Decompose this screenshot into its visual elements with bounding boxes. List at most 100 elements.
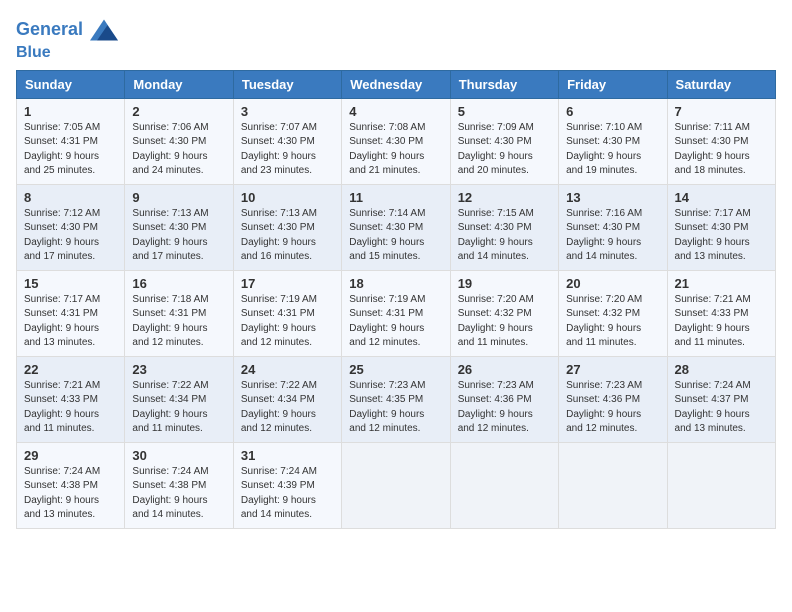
- day-number: 14: [675, 190, 768, 205]
- day-number: 17: [241, 276, 334, 291]
- day-number: 23: [132, 362, 225, 377]
- day-number: 2: [132, 104, 225, 119]
- day-number: 19: [458, 276, 551, 291]
- day-number: 20: [566, 276, 659, 291]
- day-number: 24: [241, 362, 334, 377]
- day-info: Sunrise: 7:23 AM Sunset: 4:36 PM Dayligh…: [566, 379, 659, 437]
- day-info: Sunrise: 7:13 AM Sunset: 4:30 PM Dayligh…: [132, 207, 225, 265]
- day-info: Sunrise: 7:17 AM Sunset: 4:31 PM Dayligh…: [24, 293, 117, 351]
- day-number: 21: [675, 276, 768, 291]
- day-number: 28: [675, 362, 768, 377]
- table-row: [667, 442, 775, 528]
- day-info: Sunrise: 7:17 AM Sunset: 4:30 PM Dayligh…: [675, 207, 768, 265]
- day-info: Sunrise: 7:24 AM Sunset: 4:37 PM Dayligh…: [675, 379, 768, 437]
- table-row: 11 Sunrise: 7:14 AM Sunset: 4:30 PM Dayl…: [342, 184, 450, 270]
- day-number: 18: [349, 276, 442, 291]
- day-header-friday: Friday: [559, 70, 667, 98]
- day-number: 9: [132, 190, 225, 205]
- table-row: 29 Sunrise: 7:24 AM Sunset: 4:38 PM Dayl…: [17, 442, 125, 528]
- day-info: Sunrise: 7:06 AM Sunset: 4:30 PM Dayligh…: [132, 121, 225, 179]
- day-number: 8: [24, 190, 117, 205]
- table-row: [342, 442, 450, 528]
- day-info: Sunrise: 7:13 AM Sunset: 4:30 PM Dayligh…: [241, 207, 334, 265]
- table-row: 21 Sunrise: 7:21 AM Sunset: 4:33 PM Dayl…: [667, 270, 775, 356]
- day-info: Sunrise: 7:19 AM Sunset: 4:31 PM Dayligh…: [241, 293, 334, 351]
- day-number: 11: [349, 190, 442, 205]
- day-header-wednesday: Wednesday: [342, 70, 450, 98]
- table-row: 22 Sunrise: 7:21 AM Sunset: 4:33 PM Dayl…: [17, 356, 125, 442]
- day-number: 31: [241, 448, 334, 463]
- table-row: 31 Sunrise: 7:24 AM Sunset: 4:39 PM Dayl…: [233, 442, 341, 528]
- day-info: Sunrise: 7:21 AM Sunset: 4:33 PM Dayligh…: [675, 293, 768, 351]
- calendar-table: SundayMondayTuesdayWednesdayThursdayFrid…: [16, 70, 776, 529]
- day-info: Sunrise: 7:18 AM Sunset: 4:31 PM Dayligh…: [132, 293, 225, 351]
- day-number: 5: [458, 104, 551, 119]
- day-info: Sunrise: 7:05 AM Sunset: 4:31 PM Dayligh…: [24, 121, 117, 179]
- day-info: Sunrise: 7:19 AM Sunset: 4:31 PM Dayligh…: [349, 293, 442, 351]
- day-number: 15: [24, 276, 117, 291]
- logo-text: General: [16, 16, 118, 44]
- day-number: 10: [241, 190, 334, 205]
- day-number: 25: [349, 362, 442, 377]
- day-info: Sunrise: 7:24 AM Sunset: 4:39 PM Dayligh…: [241, 465, 334, 523]
- table-row: 23 Sunrise: 7:22 AM Sunset: 4:34 PM Dayl…: [125, 356, 233, 442]
- table-row: 14 Sunrise: 7:17 AM Sunset: 4:30 PM Dayl…: [667, 184, 775, 270]
- day-number: 22: [24, 362, 117, 377]
- logo: General Blue: [16, 16, 118, 62]
- table-row: 13 Sunrise: 7:16 AM Sunset: 4:30 PM Dayl…: [559, 184, 667, 270]
- day-info: Sunrise: 7:11 AM Sunset: 4:30 PM Dayligh…: [675, 121, 768, 179]
- page-header: General Blue: [16, 16, 776, 62]
- table-row: [450, 442, 558, 528]
- day-header-saturday: Saturday: [667, 70, 775, 98]
- table-row: 9 Sunrise: 7:13 AM Sunset: 4:30 PM Dayli…: [125, 184, 233, 270]
- day-info: Sunrise: 7:24 AM Sunset: 4:38 PM Dayligh…: [24, 465, 117, 523]
- day-header-thursday: Thursday: [450, 70, 558, 98]
- table-row: 6 Sunrise: 7:10 AM Sunset: 4:30 PM Dayli…: [559, 98, 667, 184]
- day-info: Sunrise: 7:15 AM Sunset: 4:30 PM Dayligh…: [458, 207, 551, 265]
- table-row: 1 Sunrise: 7:05 AM Sunset: 4:31 PM Dayli…: [17, 98, 125, 184]
- day-info: Sunrise: 7:07 AM Sunset: 4:30 PM Dayligh…: [241, 121, 334, 179]
- day-number: 7: [675, 104, 768, 119]
- day-number: 29: [24, 448, 117, 463]
- table-row: 15 Sunrise: 7:17 AM Sunset: 4:31 PM Dayl…: [17, 270, 125, 356]
- day-info: Sunrise: 7:24 AM Sunset: 4:38 PM Dayligh…: [132, 465, 225, 523]
- table-row: 24 Sunrise: 7:22 AM Sunset: 4:34 PM Dayl…: [233, 356, 341, 442]
- table-row: 3 Sunrise: 7:07 AM Sunset: 4:30 PM Dayli…: [233, 98, 341, 184]
- table-row: 10 Sunrise: 7:13 AM Sunset: 4:30 PM Dayl…: [233, 184, 341, 270]
- day-header-sunday: Sunday: [17, 70, 125, 98]
- table-row: 27 Sunrise: 7:23 AM Sunset: 4:36 PM Dayl…: [559, 356, 667, 442]
- day-info: Sunrise: 7:22 AM Sunset: 4:34 PM Dayligh…: [241, 379, 334, 437]
- day-info: Sunrise: 7:20 AM Sunset: 4:32 PM Dayligh…: [458, 293, 551, 351]
- table-row: 4 Sunrise: 7:08 AM Sunset: 4:30 PM Dayli…: [342, 98, 450, 184]
- day-header-tuesday: Tuesday: [233, 70, 341, 98]
- day-number: 13: [566, 190, 659, 205]
- table-row: 20 Sunrise: 7:20 AM Sunset: 4:32 PM Dayl…: [559, 270, 667, 356]
- day-info: Sunrise: 7:22 AM Sunset: 4:34 PM Dayligh…: [132, 379, 225, 437]
- day-number: 16: [132, 276, 225, 291]
- day-number: 27: [566, 362, 659, 377]
- table-row: 7 Sunrise: 7:11 AM Sunset: 4:30 PM Dayli…: [667, 98, 775, 184]
- table-row: 19 Sunrise: 7:20 AM Sunset: 4:32 PM Dayl…: [450, 270, 558, 356]
- day-number: 1: [24, 104, 117, 119]
- table-row: 25 Sunrise: 7:23 AM Sunset: 4:35 PM Dayl…: [342, 356, 450, 442]
- day-info: Sunrise: 7:10 AM Sunset: 4:30 PM Dayligh…: [566, 121, 659, 179]
- table-row: 16 Sunrise: 7:18 AM Sunset: 4:31 PM Dayl…: [125, 270, 233, 356]
- table-row: 18 Sunrise: 7:19 AM Sunset: 4:31 PM Dayl…: [342, 270, 450, 356]
- table-row: 17 Sunrise: 7:19 AM Sunset: 4:31 PM Dayl…: [233, 270, 341, 356]
- day-number: 4: [349, 104, 442, 119]
- day-info: Sunrise: 7:16 AM Sunset: 4:30 PM Dayligh…: [566, 207, 659, 265]
- table-row: 12 Sunrise: 7:15 AM Sunset: 4:30 PM Dayl…: [450, 184, 558, 270]
- table-row: 5 Sunrise: 7:09 AM Sunset: 4:30 PM Dayli…: [450, 98, 558, 184]
- day-number: 30: [132, 448, 225, 463]
- day-info: Sunrise: 7:09 AM Sunset: 4:30 PM Dayligh…: [458, 121, 551, 179]
- day-number: 6: [566, 104, 659, 119]
- day-info: Sunrise: 7:23 AM Sunset: 4:35 PM Dayligh…: [349, 379, 442, 437]
- table-row: 30 Sunrise: 7:24 AM Sunset: 4:38 PM Dayl…: [125, 442, 233, 528]
- day-number: 26: [458, 362, 551, 377]
- logo-blue-text: Blue: [16, 44, 118, 62]
- day-header-monday: Monday: [125, 70, 233, 98]
- table-row: 2 Sunrise: 7:06 AM Sunset: 4:30 PM Dayli…: [125, 98, 233, 184]
- table-row: 26 Sunrise: 7:23 AM Sunset: 4:36 PM Dayl…: [450, 356, 558, 442]
- table-row: 8 Sunrise: 7:12 AM Sunset: 4:30 PM Dayli…: [17, 184, 125, 270]
- day-info: Sunrise: 7:20 AM Sunset: 4:32 PM Dayligh…: [566, 293, 659, 351]
